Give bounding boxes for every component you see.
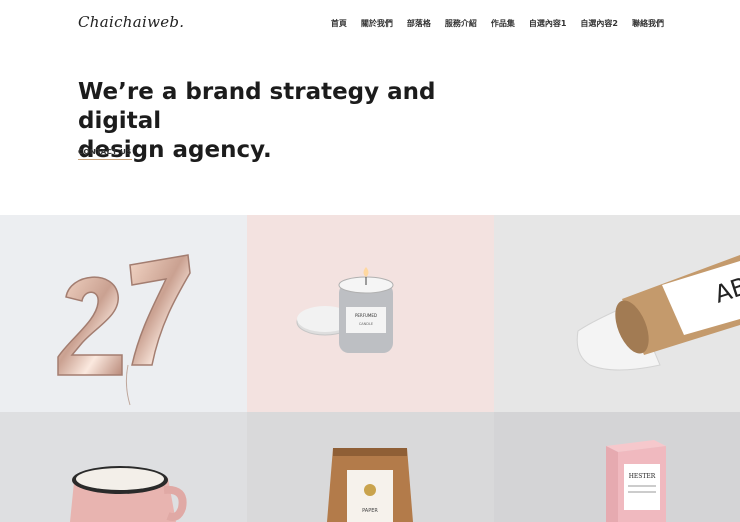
portfolio-item-candle[interactable]: PERFUMED CANDLE: [247, 215, 494, 412]
nav-item-portfolio[interactable]: 作品集: [491, 18, 515, 29]
nav-item-custom-2[interactable]: 自選內容2: [580, 18, 618, 29]
nav-item-contact[interactable]: 聯絡我們: [632, 18, 664, 29]
mug-image: [70, 466, 187, 522]
svg-text:PERFUMED: PERFUMED: [355, 313, 377, 318]
poster-tube-image: AB: [576, 255, 740, 371]
svg-text:HESTER: HESTER: [629, 473, 656, 480]
nav-item-blog[interactable]: 部落格: [407, 18, 431, 29]
portfolio-item-mug[interactable]: [0, 412, 247, 522]
site-logo[interactable]: Chaichaiweb.: [78, 13, 184, 31]
nav-item-home[interactable]: 首頁: [331, 18, 347, 29]
nav-item-services[interactable]: 服務介紹: [445, 18, 477, 29]
nav-item-custom-1[interactable]: 自選內容1: [529, 18, 567, 29]
portfolio-item-coffee-bag[interactable]: PAPER: [247, 412, 494, 522]
nav-item-about[interactable]: 關於我們: [361, 18, 393, 29]
hero-title-line-1: We’re a brand strategy and digital: [78, 79, 436, 134]
svg-text:CANDLE: CANDLE: [359, 322, 373, 326]
balloon-27-image: [57, 254, 191, 406]
portfolio-item-poster-tube[interactable]: AB: [494, 215, 740, 412]
coffee-bag-image: PAPER: [327, 448, 413, 522]
box-image: HESTER: [606, 440, 666, 522]
hero-title: We’re a brand strategy and digital desig…: [78, 78, 498, 165]
contact-us-link[interactable]: CONTACT US: [78, 148, 132, 160]
candle-image: PERFUMED CANDLE: [296, 267, 394, 353]
svg-text:PAPER: PAPER: [362, 508, 378, 514]
main-nav: 首頁 關於我們 部落格 服務介紹 作品集 自選內容1 自選內容2 聯絡我們: [331, 18, 664, 29]
site-header: Chaichaiweb. 首頁 關於我們 部落格 服務介紹 作品集 自選內容1 …: [0, 0, 740, 48]
portfolio-item-balloons[interactable]: [0, 215, 247, 412]
portfolio-item-box[interactable]: HESTER: [494, 412, 740, 522]
